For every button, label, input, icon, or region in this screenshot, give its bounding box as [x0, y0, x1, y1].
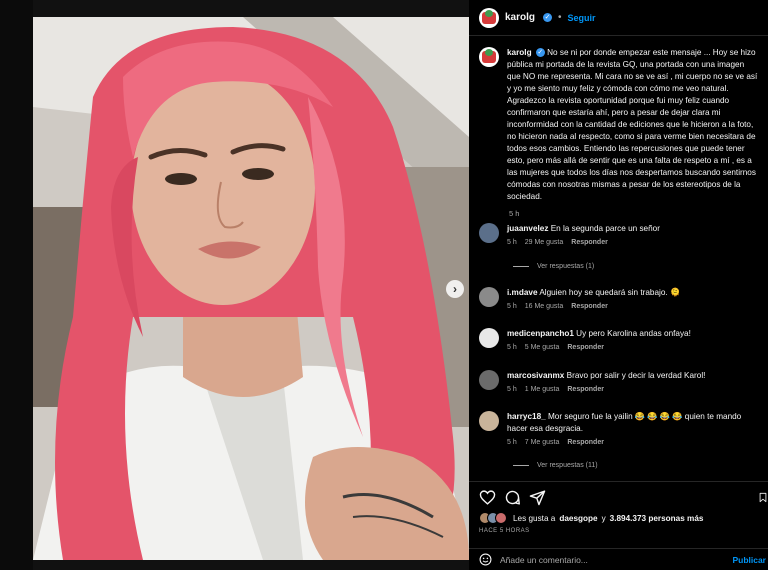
likes-summary[interactable]: Les gusta a daesgope y 3.894.373 persona…	[469, 506, 768, 524]
comment-item: juaanvelez En la segunda parce un señor …	[469, 223, 768, 246]
comment-input[interactable]	[500, 554, 725, 565]
comment-item: marcosivanmx Bravo por salir y decir la …	[469, 370, 768, 393]
comments-scroll-area[interactable]: karolg ✓ No se ni por donde empezar este…	[469, 37, 768, 480]
comment-user[interactable]: medicenpancho1	[507, 329, 574, 338]
reply-button[interactable]: Responder	[567, 344, 604, 351]
comment-meta: 5 h 5 Me gusta Responder	[507, 344, 691, 351]
backdrop-left-strip	[0, 0, 33, 570]
share-icon[interactable]	[529, 489, 546, 506]
comment-body: Uy pero Karolina andas onfaya!	[576, 329, 691, 338]
liker-avatar	[495, 512, 507, 524]
commenter-avatar[interactable]	[479, 223, 499, 243]
comment-text: i.mdave Alguien hoy se quedará sin traba…	[507, 287, 680, 299]
action-icons	[469, 482, 768, 506]
likes-connector: y	[601, 513, 606, 523]
caption-body: No se ni por donde empezar este mensaje …	[507, 48, 758, 201]
verified-badge-icon: ✓	[543, 13, 553, 22]
comment-likes[interactable]: 16 Me gusta	[525, 303, 564, 310]
caption-author-avatar[interactable]	[479, 47, 499, 67]
comment-text: medicenpancho1 Uy pero Karolina andas on…	[507, 328, 691, 340]
view-replies-label: Ver respuestas (11)	[537, 462, 598, 469]
view-replies-label: Ver respuestas (1)	[537, 263, 595, 270]
comment-text: marcosivanmx Bravo por salir y decir la …	[507, 370, 705, 382]
commenter-avatar[interactable]	[479, 328, 499, 348]
add-comment-bar: Publicar	[469, 548, 768, 570]
commenter-avatar[interactable]	[479, 411, 499, 431]
commenter-avatar[interactable]	[479, 370, 499, 390]
commenter-avatar[interactable]	[479, 287, 499, 307]
likes-prefix: Les gusta a	[513, 513, 556, 523]
reply-button[interactable]: Responder	[571, 303, 608, 310]
author-username[interactable]: karolg	[505, 12, 535, 23]
comment-time[interactable]: 5 h	[507, 239, 517, 246]
comment-time[interactable]: 5 h	[507, 344, 517, 351]
comment-item: i.mdave Alguien hoy se quedará sin traba…	[469, 287, 768, 310]
post-side-panel: karolg ✓ • Seguir karolg ✓ No se ni por …	[469, 0, 768, 570]
comment-likes[interactable]: 1 Me gusta	[525, 386, 560, 393]
comment-time[interactable]: 5 h	[507, 386, 517, 393]
reply-button[interactable]: Responder	[567, 439, 604, 446]
reply-button[interactable]: Responder	[567, 386, 604, 393]
author-avatar[interactable]	[479, 7, 499, 28]
emoji-icon[interactable]	[479, 553, 492, 566]
comment-icon[interactable]	[504, 489, 521, 506]
comment-likes[interactable]: 29 Me gusta	[525, 239, 564, 246]
follow-button[interactable]: Seguir	[568, 13, 596, 23]
comment-likes[interactable]: 5 Me gusta	[525, 344, 560, 351]
post-action-bar: Les gusta a daesgope y 3.894.373 persona…	[469, 481, 768, 570]
comment-meta: 5 h 7 Me gusta Responder	[507, 439, 758, 446]
comment-body: Alguien hoy se quedará sin trabajo. 🫠	[539, 288, 681, 297]
comment-item: harryc18_ Mor seguro fue la yailin 😂 😂 😂…	[469, 411, 768, 446]
post-header: karolg ✓ • Seguir	[469, 0, 768, 36]
likes-avatars	[479, 512, 507, 524]
carousel-next-button[interactable]: ›	[446, 280, 464, 298]
comment-user[interactable]: marcosivanmx	[507, 371, 564, 380]
chevron-right-icon: ›	[453, 282, 457, 296]
caption-author[interactable]: karolg	[507, 48, 532, 57]
comment-body: Bravo por salir y decir la verdad Karol!	[566, 371, 706, 380]
comment-time[interactable]: 5 h	[507, 303, 517, 310]
post-comment-button[interactable]: Publicar	[732, 555, 768, 565]
reply-button[interactable]: Responder	[571, 239, 608, 246]
likes-count[interactable]: 3.894.373 personas más	[610, 514, 704, 523]
comment-meta: 5 h 16 Me gusta Responder	[507, 303, 680, 310]
header-separator: •	[558, 12, 562, 23]
comment-item: medicenpancho1 Uy pero Karolina andas on…	[469, 328, 768, 351]
comment-time[interactable]: 5 h	[507, 439, 517, 446]
comment-user[interactable]: i.mdave	[507, 288, 538, 297]
heart-icon[interactable]	[479, 489, 496, 506]
view-replies-button[interactable]: Ver respuestas (1)	[513, 263, 594, 270]
comment-meta: 5 h 1 Me gusta Responder	[507, 386, 705, 393]
view-replies-button[interactable]: Ver respuestas (11)	[513, 462, 598, 469]
replies-line	[513, 266, 529, 267]
comment-likes[interactable]: 7 Me gusta	[525, 439, 560, 446]
comment-user[interactable]: juaanvelez	[507, 224, 548, 233]
bookmark-icon[interactable]	[758, 489, 768, 506]
posted-time[interactable]: HACE 5 HORAS	[469, 524, 768, 534]
likes-user[interactable]: daesgope	[559, 514, 597, 523]
post-caption: karolg ✓ No se ni por donde empezar este…	[469, 37, 768, 203]
comment-body: En la segunda parce un señor	[550, 224, 660, 233]
caption-time[interactable]: 5 h	[469, 209, 768, 218]
verified-badge-icon: ✓	[535, 48, 545, 58]
comment-meta: 5 h 29 Me gusta Responder	[507, 239, 660, 246]
comment-text: harryc18_ Mor seguro fue la yailin 😂 😂 😂…	[507, 411, 758, 435]
post-photo-image	[33, 17, 469, 560]
caption-text: karolg ✓ No se ni por donde empezar este…	[507, 47, 758, 203]
comment-text: juaanvelez En la segunda parce un señor	[507, 223, 660, 235]
replies-line	[513, 465, 529, 466]
post-photo[interactable]	[33, 17, 469, 560]
comment-user[interactable]: harryc18_	[507, 412, 546, 421]
